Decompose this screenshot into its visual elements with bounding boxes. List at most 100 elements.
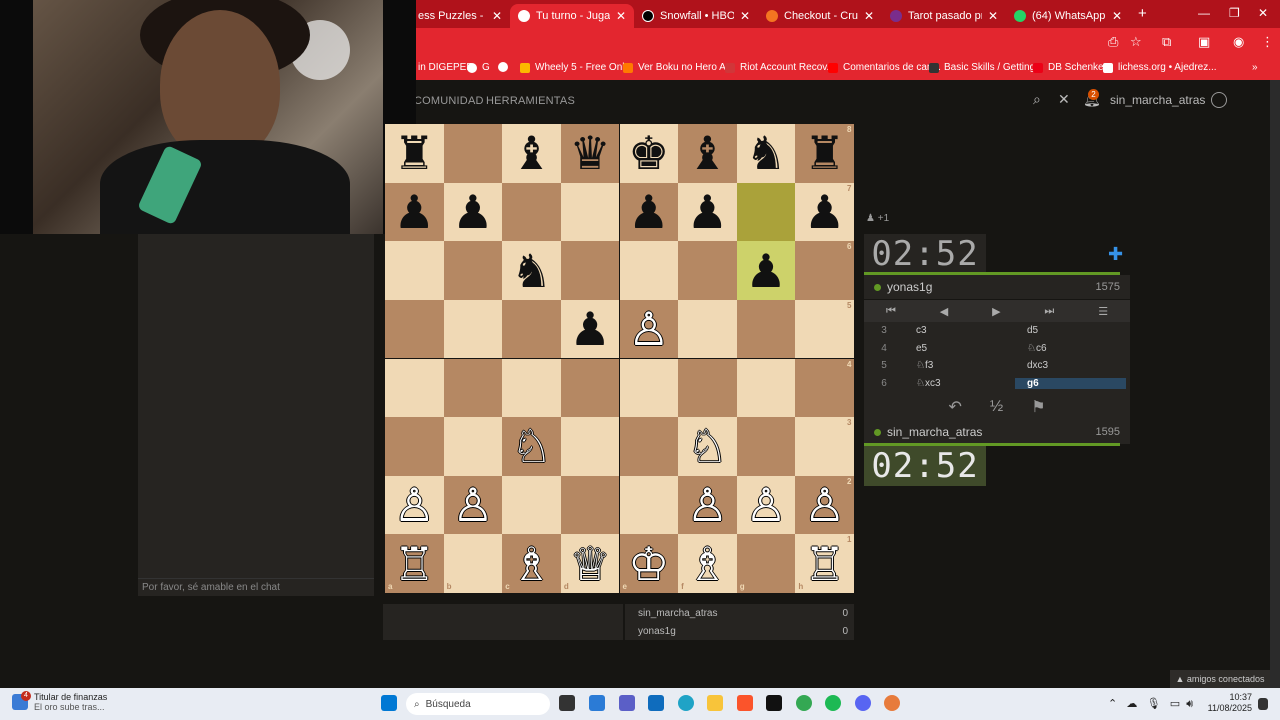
black-move[interactable]: d5: [1015, 325, 1126, 336]
search-icon[interactable]: ⌕: [1033, 91, 1041, 108]
white-piece-h1[interactable]: ♖: [795, 534, 854, 593]
bookmark-item[interactable]: Basic Skills / Getting...: [929, 62, 1043, 73]
black-piece-e8[interactable]: ♚: [620, 124, 679, 183]
close-icon[interactable]: ✕: [616, 9, 626, 23]
teams-icon[interactable]: [619, 695, 635, 711]
taskbar-search[interactable]: ⌕ Búsqueda: [406, 693, 550, 715]
square-c5[interactable]: [502, 299, 561, 359]
white-piece-h2[interactable]: ♙: [795, 476, 854, 535]
brave-icon[interactable]: [737, 695, 753, 711]
page-scrollbar[interactable]: [1270, 80, 1280, 688]
square-g7[interactable]: [736, 182, 796, 242]
black-piece-f7[interactable]: ♟: [678, 183, 737, 242]
white-piece-b2[interactable]: ♙: [444, 476, 503, 535]
square-h6[interactable]: [795, 241, 854, 300]
black-piece-b7[interactable]: ♟: [444, 183, 503, 242]
black-piece-f8[interactable]: ♝: [678, 124, 737, 183]
square-a4[interactable]: [385, 358, 444, 418]
more-bookmarks-button[interactable]: »: [1252, 62, 1258, 73]
notification-icon[interactable]: [1258, 698, 1268, 710]
bookmark-item[interactable]: Wheely 5 - Free Onl...: [520, 62, 633, 73]
chevron-up-icon[interactable]: ⌃: [1108, 698, 1117, 710]
store-icon[interactable]: [589, 695, 605, 711]
side-panel-icon[interactable]: ▣: [1198, 34, 1210, 50]
browser-tab[interactable]: Tarot pasado present ✕: [882, 4, 1006, 28]
square-f6[interactable]: [678, 241, 737, 300]
browser-tab[interactable]: Snowfall • HBO Max ✕: [634, 4, 758, 28]
square-g1[interactable]: [736, 534, 796, 593]
white-piece-a2[interactable]: ♙: [385, 476, 444, 535]
close-icon[interactable]: ✕: [1058, 91, 1070, 108]
bookmark-item[interactable]: [498, 62, 513, 72]
spotify-icon[interactable]: [825, 695, 841, 711]
black-piece-g6[interactable]: ♟: [737, 241, 796, 300]
black-move[interactable]: ♘c6: [1015, 343, 1126, 354]
black-piece-d8[interactable]: ♛: [561, 124, 620, 183]
close-icon[interactable]: ✕: [1112, 9, 1122, 23]
bookmark-item[interactable]: Ver Boku no Hero A...: [623, 62, 734, 73]
square-b1[interactable]: [443, 534, 503, 593]
discord-icon[interactable]: [855, 695, 871, 711]
square-g4[interactable]: [736, 358, 796, 418]
bookmark-item[interactable]: Comentarios de can...: [828, 62, 941, 73]
bookmark-item[interactable]: Riot Account Recov...: [725, 62, 835, 73]
white-piece-f2[interactable]: ♙: [678, 476, 737, 535]
windows-start-icon[interactable]: [381, 695, 397, 711]
nav-comunidad[interactable]: COMUNIDAD: [414, 95, 484, 107]
white-move[interactable]: ♘xc3: [904, 378, 1015, 389]
browser-tab-active[interactable]: Tu turno - Jugar yona ✕: [510, 4, 634, 28]
first-move-button[interactable]: ⏮: [886, 305, 896, 318]
white-piece-a1[interactable]: ♖: [385, 534, 444, 593]
square-e2[interactable]: [619, 475, 679, 535]
square-e3[interactable]: [619, 417, 679, 476]
maximize-button[interactable]: ❐: [1229, 6, 1240, 20]
volume-icon[interactable]: 🔊︎: [1186, 698, 1193, 710]
square-c7[interactable]: [502, 182, 561, 242]
close-window-button[interactable]: ✕: [1258, 6, 1268, 20]
close-icon[interactable]: ✕: [740, 9, 750, 23]
square-g5[interactable]: [736, 299, 796, 359]
opponent-player[interactable]: yonas1g 1575: [864, 275, 1130, 299]
square-d2[interactable]: [560, 475, 620, 535]
square-f4[interactable]: [678, 358, 737, 418]
white-piece-g2[interactable]: ♙: [737, 476, 796, 535]
menu-button[interactable]: ☰: [1098, 305, 1108, 318]
offer-draw-button[interactable]: ½: [990, 398, 1003, 416]
square-h3[interactable]: [795, 417, 854, 476]
white-piece-e1[interactable]: ♔: [620, 534, 679, 593]
white-piece-f1[interactable]: ♗: [678, 534, 737, 593]
tiktok-icon[interactable]: [766, 695, 782, 711]
black-piece-e7[interactable]: ♟: [620, 183, 679, 242]
close-icon[interactable]: ✕: [988, 9, 998, 23]
chrome-icon[interactable]: [796, 695, 812, 711]
black-move[interactable]: dxc3: [1015, 360, 1126, 371]
close-icon[interactable]: ✕: [864, 9, 874, 23]
square-d7[interactable]: [560, 182, 620, 242]
network-icon[interactable]: ▭: [1170, 698, 1180, 710]
square-c4[interactable]: [502, 358, 561, 418]
square-a5[interactable]: [385, 299, 444, 359]
black-piece-c6[interactable]: ♞: [502, 241, 561, 300]
black-piece-g8[interactable]: ♞: [737, 124, 796, 183]
white-move[interactable]: ♘f3: [904, 360, 1015, 371]
bookmark-item[interactable]: DB Schenker: [1033, 62, 1107, 73]
chess-board[interactable]: 8 7 6 5 4 3 2 a b c d e f g 1 h ♜ ♝ ♛ ♚ ♝ ♞ ♜ ♟ ♟ ♟ ♟ ♟ ♞ ♟ ♟ ♙ ♘ ♘ ♙ ♙ ♙ ♙ ♙ ♖…: [385, 124, 854, 593]
friends-online-button[interactable]: ▲ amigos conectados: [1170, 670, 1270, 688]
system-tray[interactable]: ⌃ ☁ 🎙︎ ▭ 🔊︎: [1108, 697, 1193, 711]
user-menu[interactable]: sin_marcha_atras: [1110, 92, 1228, 108]
square-a3[interactable]: [385, 417, 444, 476]
outlook-icon[interactable]: [648, 695, 664, 711]
prev-move-button[interactable]: ◀: [940, 305, 948, 318]
last-move-button[interactable]: ⏭: [1044, 305, 1054, 318]
extensions-icon[interactable]: ⧉: [1162, 34, 1171, 50]
bookmark-item[interactable]: lichess.org • Ajedrez...: [1103, 62, 1217, 73]
square-f5[interactable]: [678, 299, 737, 359]
next-move-button[interactable]: ▶: [992, 305, 1000, 318]
white-move[interactable]: c3: [904, 325, 1015, 336]
minimize-button[interactable]: —: [1198, 6, 1210, 20]
self-player[interactable]: sin_marcha_atras 1595: [864, 420, 1130, 444]
app-icon[interactable]: [884, 695, 900, 711]
black-piece-h8[interactable]: ♜: [795, 124, 854, 183]
square-b3[interactable]: [443, 417, 503, 476]
new-tab-button[interactable]: +: [1138, 5, 1147, 22]
